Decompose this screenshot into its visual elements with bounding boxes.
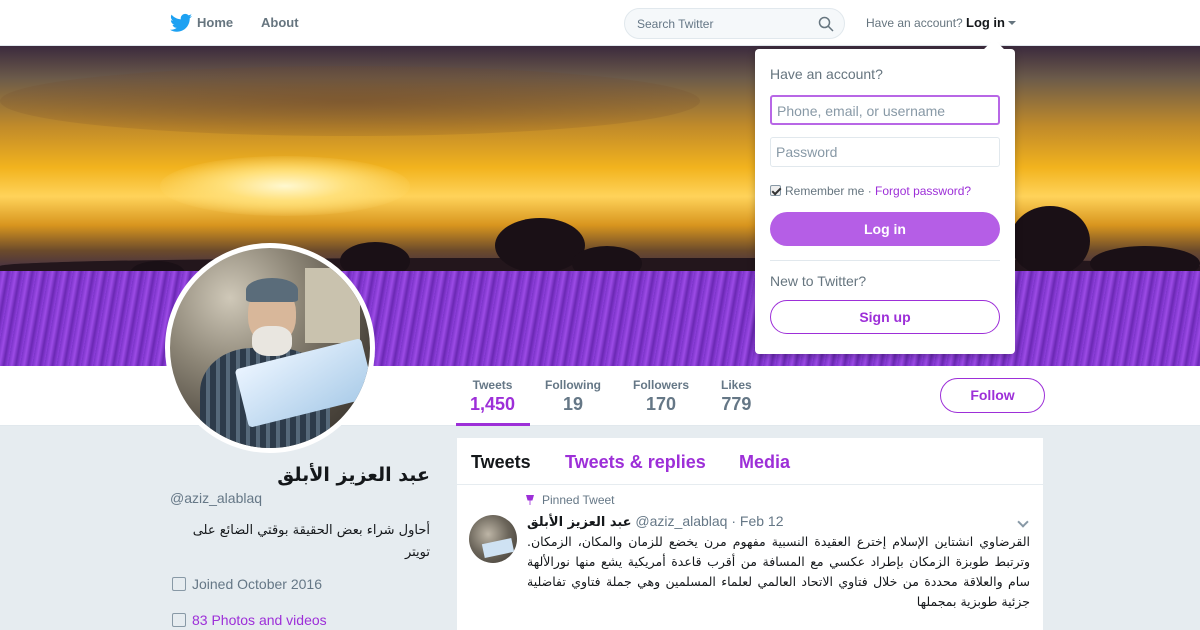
- stat-value: 1,450: [470, 394, 516, 414]
- remember-label[interactable]: Remember me: [785, 184, 864, 198]
- pinned-text: Pinned Tweet: [542, 493, 615, 507]
- login-dropdown: Have an account? Phone, email, or userna…: [755, 39, 1015, 354]
- avatar-cap: [246, 278, 298, 302]
- avatar-beard: [252, 326, 292, 356]
- banner-cloud: [0, 66, 700, 136]
- stat-tweets[interactable]: Tweets 1,450: [470, 378, 515, 415]
- search-icon[interactable]: [818, 16, 834, 32]
- tweet-header: عبد العزيز الأبلق @aziz_alablaq · Feb 12: [527, 513, 784, 530]
- separator-dot: ·: [867, 184, 872, 198]
- tweet-date[interactable]: · Feb 12: [731, 513, 783, 529]
- chevron-down-icon[interactable]: [1017, 516, 1029, 528]
- forgot-password-link[interactable]: Forgot password?: [875, 184, 971, 198]
- timeline: Tweets Tweets & replies Media Pinned Twe…: [456, 437, 1044, 630]
- pinned-tweet-label: Pinned Tweet: [526, 493, 615, 507]
- profile-name[interactable]: عبد العزيز الأبلق: [170, 464, 430, 486]
- nav-about-link[interactable]: About: [261, 15, 299, 30]
- profile-bio: أحاول شراء بعض الحقيقة بوقتي الضائع على …: [192, 523, 430, 560]
- search-input[interactable]: Search Twitter: [624, 8, 845, 39]
- joined-text: Joined October 2016: [192, 576, 322, 592]
- stat-value: 170: [645, 394, 677, 414]
- follow-button[interactable]: Follow: [940, 378, 1045, 413]
- calendar-icon: [172, 577, 186, 591]
- remember-me-checkbox[interactable]: [770, 185, 781, 196]
- dropdown-title: Have an account?: [770, 66, 883, 82]
- stat-likes[interactable]: Likes 779: [721, 378, 752, 415]
- timeline-tabs: Tweets Tweets & replies Media: [457, 438, 1043, 485]
- stat-value: 19: [562, 394, 584, 414]
- caret-down-icon[interactable]: [1008, 21, 1016, 25]
- stat-value: 779: [721, 394, 752, 414]
- dropdown-divider: [770, 260, 1000, 261]
- top-nav: Home About Search Twitter Have an accoun…: [0, 0, 1200, 46]
- active-stat-underline: [456, 423, 530, 426]
- avatar-window: [305, 268, 360, 343]
- tweet-author-name[interactable]: عبد العزيز الأبلق: [527, 515, 632, 530]
- new-to-twitter-text: New to Twitter?: [770, 273, 867, 289]
- login-button[interactable]: Log in: [770, 212, 1000, 246]
- nav-home-link[interactable]: Home: [197, 15, 233, 30]
- profile-handle[interactable]: @aziz_alablaq: [170, 490, 262, 506]
- tab-tweets[interactable]: Tweets: [471, 452, 531, 473]
- banner-tree: [1010, 206, 1090, 276]
- password-field[interactable]: Password: [770, 137, 1000, 167]
- tab-tweets-replies[interactable]: Tweets & replies: [565, 452, 706, 473]
- signup-button[interactable]: Sign up: [770, 300, 1000, 334]
- have-account-text: Have an account?: [866, 16, 963, 30]
- stat-label: Tweets: [472, 378, 513, 392]
- tweet-author-handle[interactable]: @aziz_alablaq: [635, 513, 727, 529]
- tweet-text: القرضاوي انشتاين الإسلام إخترع العقيدة ا…: [527, 534, 1030, 609]
- stat-label: Following: [545, 378, 601, 392]
- stat-label: Likes: [721, 378, 752, 392]
- photos-videos-link[interactable]: 83 Photos and videos: [172, 612, 327, 628]
- username-field[interactable]: Phone, email, or username: [770, 95, 1000, 125]
- banner-sun: [160, 156, 410, 216]
- remember-row: Remember me · Forgot password?: [770, 184, 971, 198]
- profile-joined: Joined October 2016: [172, 576, 322, 592]
- profile-avatar[interactable]: [165, 243, 375, 453]
- tab-media[interactable]: Media: [739, 452, 790, 473]
- pin-icon: [526, 495, 534, 505]
- stat-label: Followers: [633, 378, 690, 392]
- tweet-avatar[interactable]: [469, 515, 517, 563]
- photos-text: 83 Photos and videos: [192, 612, 327, 628]
- login-dropdown-toggle[interactable]: Log in: [966, 15, 1005, 30]
- stat-followers[interactable]: Followers 170: [633, 378, 689, 415]
- search-placeholder: Search Twitter: [637, 17, 714, 31]
- tweet-avatar-book: [481, 538, 515, 558]
- image-icon: [172, 613, 186, 627]
- stat-following[interactable]: Following 19: [545, 378, 601, 415]
- twitter-logo-icon[interactable]: [170, 13, 192, 33]
